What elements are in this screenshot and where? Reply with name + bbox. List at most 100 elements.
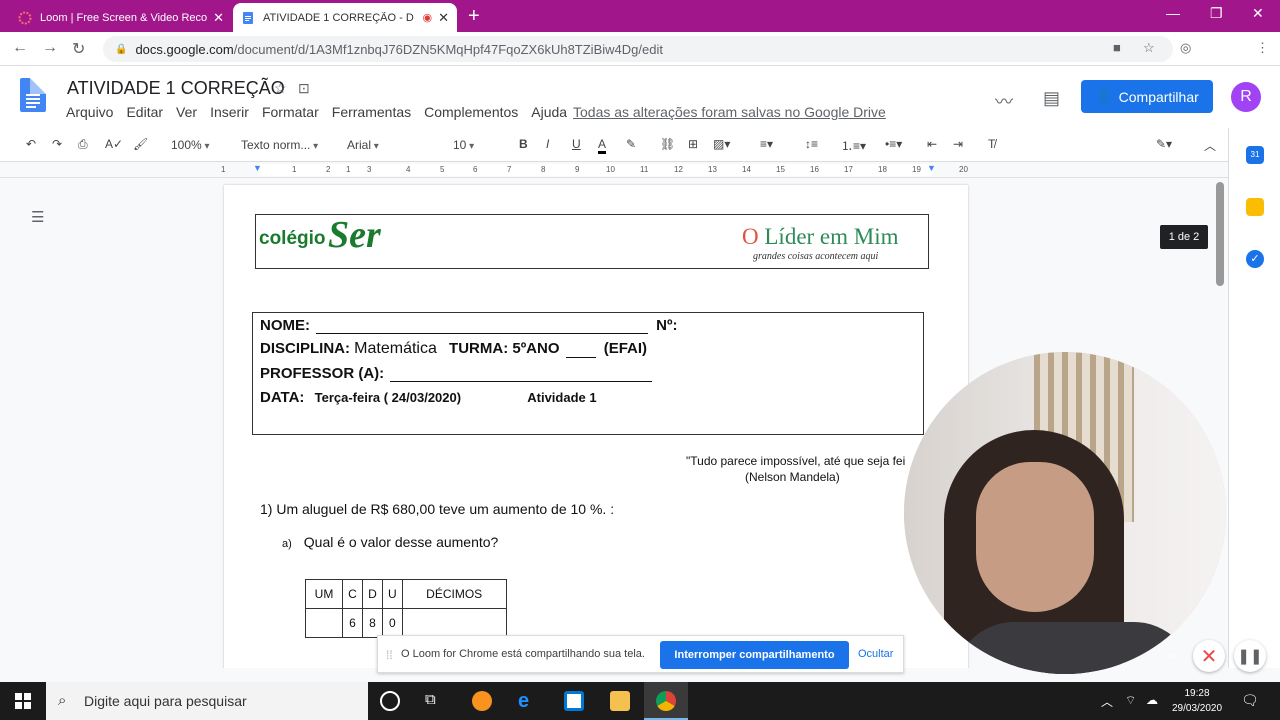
increase-indent-icon[interactable]: ⇥ [953, 137, 963, 151]
tasks-icon[interactable]: ✓ [1246, 250, 1264, 268]
italic-icon[interactable]: I [546, 137, 549, 151]
highlight-icon[interactable]: ✎ [626, 137, 636, 151]
cortana-icon[interactable] [380, 691, 400, 711]
image-icon[interactable]: ▨▾ [713, 137, 730, 151]
font-select[interactable]: Arial [347, 138, 379, 152]
close-icon[interactable]: ✕ [438, 10, 449, 26]
keep-icon[interactable] [1246, 198, 1264, 216]
task-view-icon[interactable]: ⧉ [425, 691, 445, 711]
numbered-list-icon[interactable]: ⒈≡▾ [841, 137, 866, 154]
menu-editar[interactable]: Editar [126, 104, 163, 120]
redo-icon[interactable]: ↷ [52, 137, 62, 151]
taskbar-clock[interactable]: 19:28 29/03/2020 [1172, 686, 1222, 716]
windows-start-icon[interactable] [0, 682, 46, 720]
align-icon[interactable]: ≡▾ [760, 137, 773, 151]
notifications-icon[interactable]: 🗨 [1241, 692, 1259, 709]
url-input[interactable]: 🔒 docs.google.com/document/d/1A3Mf1znbqJ… [103, 36, 1173, 62]
document-outline-icon[interactable]: ☰ [31, 208, 44, 226]
bulleted-list-icon[interactable]: •≡▾ [885, 137, 902, 151]
bold-icon[interactable]: B [519, 137, 528, 151]
question-1a-marker: a) [282, 538, 292, 550]
wifi-icon[interactable]: ⌔ [1125, 693, 1136, 708]
tab-loom[interactable]: Loom | Free Screen & Video Reco ✕ [10, 3, 232, 32]
menu-complementos[interactable]: Complementos [424, 104, 518, 120]
tab-label: ATIVIDADE 1 CORREÇÃO - D [263, 11, 414, 24]
line-spacing-icon[interactable]: ↕≡ [805, 137, 818, 151]
forward-button[interactable]: → [42, 39, 58, 57]
cloud-icon[interactable]: ☁ [1146, 693, 1158, 707]
clear-formatting-icon[interactable]: T̸ [988, 137, 995, 151]
underline-icon[interactable]: U [572, 137, 581, 151]
chrome-taskbar-button[interactable] [644, 682, 688, 720]
docs-logo-icon[interactable] [20, 78, 46, 112]
file-explorer-icon[interactable] [610, 691, 630, 711]
more-options-icon[interactable]: ⋯ [1162, 646, 1178, 666]
calendar-icon[interactable]: 31 [1246, 146, 1264, 164]
print-icon[interactable]: ⎙ [78, 137, 88, 152]
side-panel: 31 ✓ [1228, 128, 1280, 668]
store-icon[interactable] [564, 691, 584, 711]
undo-icon[interactable]: ↶ [26, 137, 36, 151]
close-icon[interactable]: ✕ [1193, 640, 1225, 672]
decrease-indent-icon[interactable]: ⇤ [927, 137, 937, 151]
question-1a: a) Qual é o valor desse aumento? [282, 534, 498, 550]
text-color-icon[interactable]: A [598, 137, 607, 154]
insert-comment-icon[interactable]: ⊞ [688, 137, 698, 151]
font-size-select[interactable]: 10 [453, 138, 474, 152]
comments-icon[interactable]: ▤ [1043, 88, 1060, 109]
ruler-tick: 1 [221, 165, 226, 174]
style-select[interactable]: Texto norm... [241, 138, 318, 152]
camera-icon[interactable]: ■ [1113, 40, 1121, 55]
close-icon[interactable]: ✕ [213, 10, 224, 26]
window-close-button[interactable]: ✕ [1252, 5, 1264, 22]
menu-arquivo[interactable]: Arquivo [66, 104, 113, 120]
table-cell [305, 608, 343, 638]
spellcheck-icon[interactable]: A✓ [105, 137, 123, 151]
quote-author: (Nelson Mandela) [745, 470, 840, 484]
extension-icon[interactable]: ◎ [1180, 40, 1191, 56]
menu-formatar[interactable]: Formatar [262, 104, 319, 120]
document-page[interactable]: colégio Ser O Líder em Mim grandes coisa… [224, 185, 968, 668]
move-folder-icon[interactable]: ⊡ [298, 80, 310, 97]
right-indent-marker-icon[interactable]: ▼ [927, 163, 936, 173]
hide-button[interactable]: Ocultar [858, 648, 893, 660]
app-icon[interactable] [472, 691, 492, 711]
zoom-select[interactable]: 100% [171, 138, 210, 152]
save-status[interactable]: Todas as alterações foram salvas no Goog… [573, 104, 886, 120]
nome-label: NOME: [260, 317, 310, 334]
scrollbar-thumb[interactable] [1216, 182, 1224, 286]
chevron-up-icon[interactable]: ︿ [1101, 693, 1113, 710]
new-tab-button[interactable]: + [468, 5, 480, 27]
pause-icon[interactable]: ❚❚ [1234, 640, 1266, 672]
menu-inserir[interactable]: Inserir [210, 104, 249, 120]
star-icon[interactable]: ☆ [1143, 40, 1155, 56]
edge-icon[interactable]: e [518, 691, 538, 711]
indent-marker-icon[interactable]: ▼ [253, 163, 262, 173]
table-header: C [342, 579, 363, 609]
url-host: docs.google.com [135, 41, 234, 57]
account-avatar[interactable]: R [1231, 82, 1261, 112]
maximize-button[interactable]: ❐ [1210, 5, 1223, 22]
minimize-button[interactable]: — [1166, 5, 1180, 21]
link-icon[interactable]: ⛓ [660, 137, 675, 151]
stop-sharing-button[interactable]: Interromper compartilhamento [660, 641, 849, 669]
tab-docs[interactable]: ATIVIDADE 1 CORREÇÃO - D ◉ ✕ [233, 3, 457, 32]
ruler-tick: 15 [776, 165, 785, 174]
menu-ver[interactable]: Ver [176, 104, 197, 120]
menu-icon[interactable]: ⋮ [1256, 40, 1269, 56]
star-icon[interactable]: ☆ [274, 80, 287, 97]
activity-trend-icon[interactable]: 〰 [995, 88, 1013, 114]
share-button[interactable]: 👤 Compartilhar [1081, 80, 1213, 113]
chevron-up-icon[interactable]: ︿ [1204, 137, 1216, 154]
drag-handle-icon[interactable]: ⁞⁞ [386, 648, 393, 662]
back-button[interactable]: ← [12, 39, 28, 57]
menu-ajuda[interactable]: Ajuda [531, 104, 567, 120]
webcam-bubble[interactable] [904, 352, 1226, 674]
turma-label: TURMA: 5ºANO [449, 340, 560, 357]
document-title[interactable]: ATIVIDADE 1 CORREÇÃO [67, 78, 285, 99]
paint-format-icon[interactable]: 🖌 [133, 137, 148, 151]
menu-ferramentas[interactable]: Ferramentas [332, 104, 411, 120]
taskbar-search-input[interactable]: ⌕ Digite aqui para pesquisar [46, 682, 368, 720]
reload-button[interactable]: ↻ [72, 39, 85, 59]
editing-mode-icon[interactable]: ✎▾ [1156, 137, 1172, 151]
